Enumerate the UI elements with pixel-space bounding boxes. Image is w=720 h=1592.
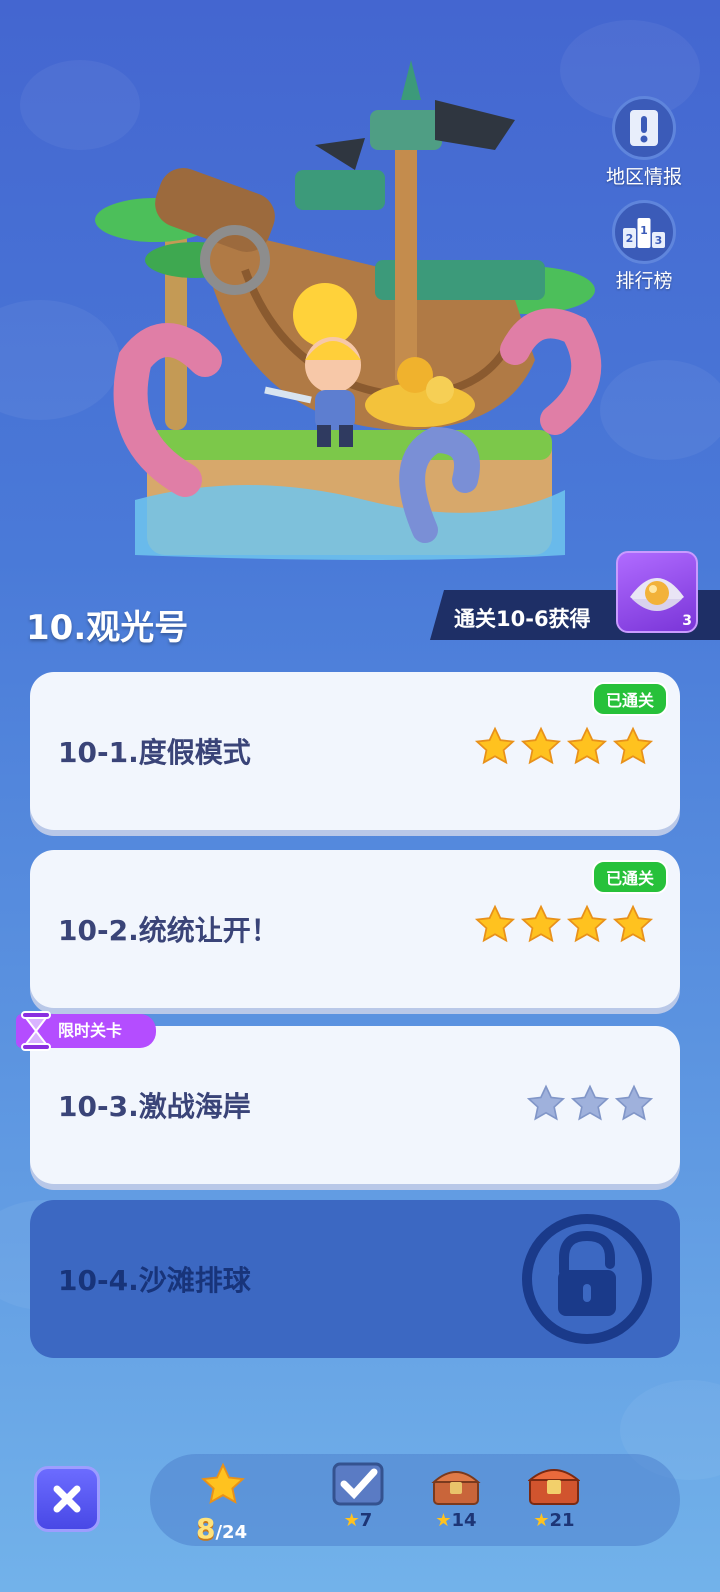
star-filled-icon: [474, 904, 516, 943]
checkmark-icon: [332, 1462, 384, 1506]
milestone-value: ★21: [533, 1510, 575, 1531]
lock-icon: [520, 1212, 654, 1350]
stage-name: 10-3.激战海岸: [58, 1090, 251, 1123]
star-filled-icon: [520, 904, 562, 943]
reward-count: 3: [682, 613, 692, 629]
star-empty-icon: [570, 1084, 610, 1121]
star-rating: [474, 726, 654, 768]
stage-card-10-4[interactable]: 10-4.沙滩排球: [30, 1200, 680, 1358]
star-count-current: 8: [196, 1512, 216, 1545]
star-filled-icon: [612, 904, 654, 943]
stage-name: 10-1.度假模式: [58, 736, 251, 769]
timed-stage-tag: 限时关卡: [16, 1011, 156, 1051]
level-title: 10.观光号: [26, 608, 189, 648]
stage-name: 10-4.沙滩排球: [58, 1264, 251, 1297]
milestone-value: ★7: [343, 1510, 373, 1531]
star-empty-icon: [614, 1084, 654, 1121]
treasure-chest-icon: [431, 1471, 481, 1505]
star-filled-icon: [566, 904, 608, 943]
stage-name: 10-2.统统让开！: [58, 914, 279, 947]
milestone-value: ★14: [435, 1510, 477, 1531]
star-filled-icon: [520, 726, 562, 765]
reward-condition-text: 通关10-6获得: [454, 607, 591, 631]
pearl-shell-icon[interactable]: 3: [616, 551, 698, 633]
hourglass-icon: [18, 1010, 54, 1064]
milestone-7[interactable]: ★7: [330, 1462, 386, 1531]
star-filled-icon: [474, 726, 516, 765]
milestone-21[interactable]: ★21: [526, 1462, 582, 1531]
close-button[interactable]: [34, 1466, 100, 1532]
treasure-chest-large-icon: [527, 1469, 581, 1505]
svg-text:2: 2: [626, 232, 634, 245]
star-count-total: /24: [215, 1522, 248, 1543]
close-icon: [53, 1485, 81, 1513]
star-total-icon: [198, 1462, 248, 1512]
stage-card-10-1[interactable]: 已通关 10-1.度假模式: [30, 672, 680, 830]
stage-card-10-2[interactable]: 已通关 10-2.统统让开！: [30, 850, 680, 1008]
svg-text:1: 1: [640, 224, 648, 237]
pirate-ship-island-illustration: [95, 60, 625, 570]
stage-card-10-3[interactable]: 10-3.激战海岸: [30, 1026, 680, 1184]
cleared-badge: 已通关: [591, 860, 668, 894]
star-rating: [526, 1084, 654, 1124]
star-rating: [474, 904, 654, 946]
star-filled-icon: [566, 726, 608, 765]
timed-stage-label: 限时关卡: [58, 1021, 123, 1040]
cleared-badge: 已通关: [591, 682, 668, 716]
milestone-14[interactable]: ★14: [428, 1462, 484, 1531]
star-count: 8/24: [196, 1512, 247, 1545]
svg-text:3: 3: [655, 234, 663, 247]
star-filled-icon: [612, 726, 654, 765]
star-empty-icon: [526, 1084, 566, 1121]
